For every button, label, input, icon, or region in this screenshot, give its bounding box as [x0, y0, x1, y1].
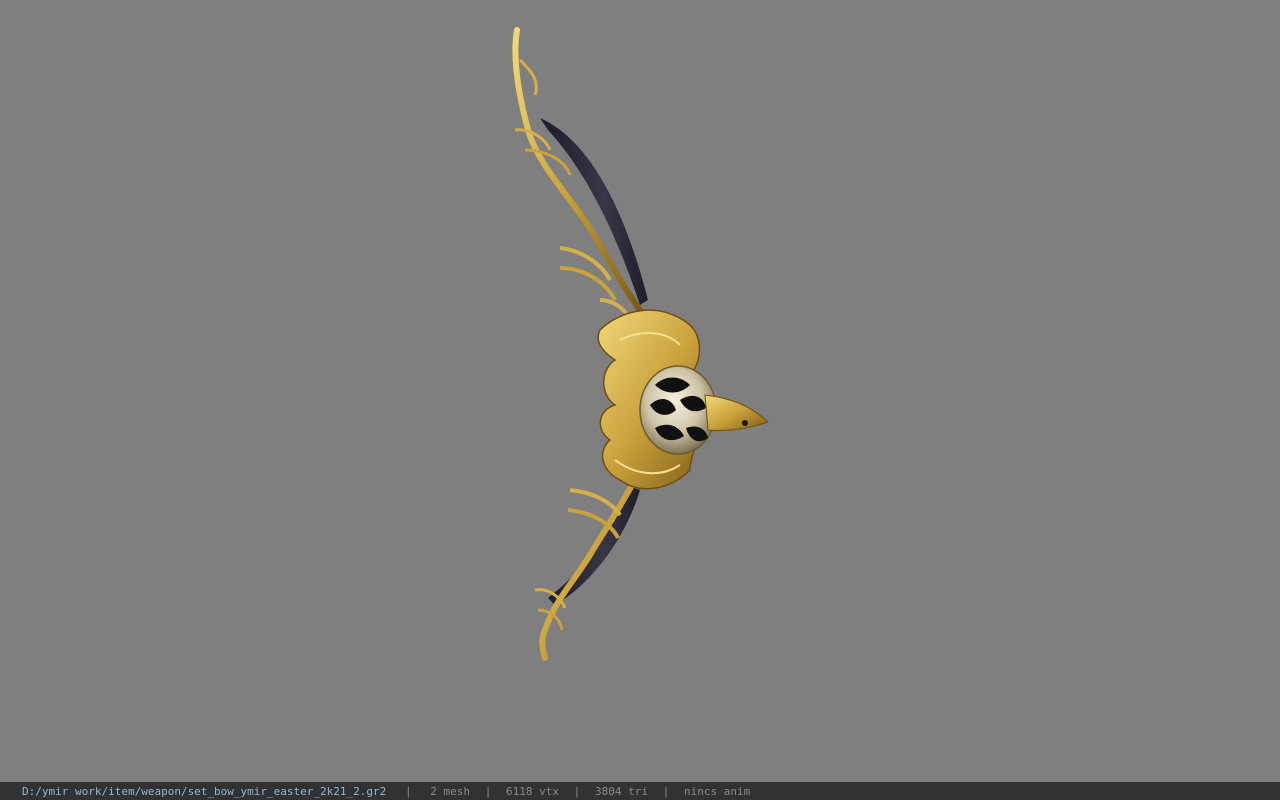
3d-viewport[interactable] — [0, 0, 1280, 782]
status-separator: | — [404, 784, 412, 798]
status-bar: D:/ymir work/item/weapon/set_bow_ymir_ea… — [0, 782, 1280, 800]
anim-status-label: nincs anim — [683, 784, 751, 798]
triangle-count-label: 3804 tri — [594, 784, 648, 798]
bow-model — [512, 27, 769, 661]
status-separator: | — [484, 784, 492, 798]
vertex-count-label: 6118 vtx — [506, 784, 559, 798]
upper-gold-vine — [512, 27, 643, 313]
status-separator: | — [573, 784, 581, 798]
arrow-rest-tip — [704, 394, 769, 431]
mesh-count-label: 2 mesh — [430, 784, 470, 798]
file-path-label: D:/ymir work/item/weapon/set_bow_ymir_ea… — [22, 784, 387, 798]
status-separator: | — [662, 784, 670, 798]
